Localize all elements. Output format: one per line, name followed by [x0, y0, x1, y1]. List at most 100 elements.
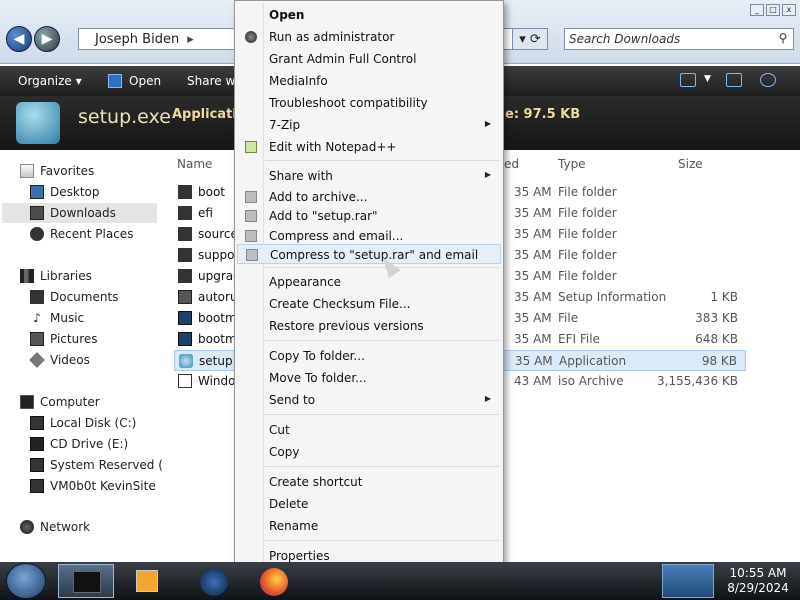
- nav-favorites[interactable]: Favorites: [20, 161, 94, 181]
- desktop-icon: [30, 185, 44, 199]
- menu-item-label: Compress and email...: [269, 229, 404, 243]
- menu-separator: [265, 340, 499, 341]
- start-button[interactable]: [6, 563, 46, 599]
- nav-downloads[interactable]: Downloads: [2, 203, 157, 223]
- system-clock[interactable]: 10:55 AM 8/29/2024: [718, 566, 798, 596]
- column-header-name[interactable]: Name: [177, 157, 212, 171]
- nav-local-disk-label: Local Disk (C:): [50, 416, 137, 430]
- file-date: 35 AM: [514, 248, 552, 262]
- nav-network[interactable]: Network: [20, 517, 90, 537]
- address-path[interactable]: Joseph Biden: [95, 32, 179, 47]
- nav-computer[interactable]: Computer: [20, 392, 100, 412]
- refresh-button[interactable]: ▾ ⟳: [512, 28, 548, 50]
- file-type: File folder: [558, 269, 617, 283]
- menu-item-cut[interactable]: Cut: [237, 420, 501, 440]
- nav-libraries[interactable]: Libraries: [20, 266, 92, 286]
- folder-icon: [178, 269, 192, 283]
- nav-desktop[interactable]: Desktop: [30, 182, 100, 202]
- menu-item-notepadpp[interactable]: Edit with Notepad++: [237, 137, 501, 157]
- taskbar-firefox-button[interactable]: [246, 564, 302, 598]
- menu-item-move-to-folder[interactable]: Move To folder...: [237, 368, 501, 388]
- maximize-button[interactable]: □: [766, 4, 780, 16]
- minimize-button[interactable]: _: [750, 4, 764, 16]
- search-input[interactable]: Search Downloads ⚲: [564, 28, 794, 50]
- menu-item-add-rar[interactable]: Add to "setup.rar": [237, 206, 501, 226]
- menu-item-compress-rar-email[interactable]: Compress to "setup.rar" and email: [237, 244, 501, 264]
- menu-item-label: Grant Admin Full Control: [269, 52, 417, 66]
- nav-videos[interactable]: Videos: [29, 350, 90, 370]
- notification-area-icon[interactable]: [662, 564, 714, 598]
- menu-item-run-as-admin[interactable]: Run as administrator: [237, 27, 501, 47]
- file-name: efi: [198, 206, 213, 220]
- file-date: 35 AM: [514, 311, 552, 325]
- menu-item-delete[interactable]: Delete: [237, 494, 501, 514]
- file-size: 1 KB: [710, 290, 738, 304]
- menu-item-label: Create Checksum File...: [269, 297, 411, 311]
- column-header-size[interactable]: Size: [678, 157, 703, 171]
- view-dropdown-icon[interactable]: ▼: [704, 74, 711, 84]
- menu-item-grant-admin[interactable]: Grant Admin Full Control: [237, 49, 501, 69]
- menu-item-rename[interactable]: Rename: [237, 516, 501, 536]
- breadcrumb-separator-icon[interactable]: ▸: [187, 32, 194, 47]
- nav-desktop-label: Desktop: [50, 185, 100, 199]
- nav-local-disk[interactable]: Local Disk (C:): [30, 413, 136, 433]
- nav-downloads-label: Downloads: [50, 206, 116, 220]
- folder-icon: [178, 248, 192, 262]
- taskbar-ie-button[interactable]: [186, 564, 242, 598]
- search-icon[interactable]: ⚲: [775, 31, 791, 47]
- menu-item-7zip[interactable]: 7-Zip ▶: [237, 115, 501, 135]
- view-icon[interactable]: [680, 73, 696, 87]
- file-type: File folder: [558, 185, 617, 199]
- menu-item-open[interactable]: Open: [237, 5, 501, 25]
- menu-item-label: Create shortcut: [269, 475, 363, 489]
- organize-button[interactable]: Organize ▾: [18, 74, 82, 88]
- menu-item-create-shortcut[interactable]: Create shortcut: [237, 472, 501, 492]
- menu-item-copy[interactable]: Copy: [237, 442, 501, 462]
- nav-music[interactable]: ♪ Music: [30, 308, 84, 328]
- menu-item-appearance[interactable]: Appearance: [237, 272, 501, 292]
- nav-pictures[interactable]: Pictures: [30, 329, 98, 349]
- nav-documents[interactable]: Documents: [30, 287, 118, 307]
- menu-item-compress-email[interactable]: Compress and email...: [237, 226, 501, 246]
- nav-cd-drive[interactable]: CD Drive (E:): [30, 434, 128, 454]
- menu-item-label: Appearance: [269, 275, 342, 289]
- file-name: source: [198, 227, 238, 241]
- winrar-icon: [245, 210, 257, 222]
- menu-item-restore[interactable]: Restore previous versions: [237, 316, 501, 336]
- nav-system-reserved[interactable]: System Reserved (F:): [30, 455, 178, 475]
- help-icon[interactable]: [760, 73, 776, 87]
- menu-item-add-archive[interactable]: Add to archive...: [237, 187, 501, 207]
- back-button[interactable]: ◀: [6, 26, 32, 52]
- forward-button[interactable]: ▶: [34, 26, 60, 52]
- nav-libraries-label: Libraries: [40, 269, 92, 283]
- close-button[interactable]: x: [782, 4, 796, 16]
- menu-item-label: Send to: [269, 393, 316, 407]
- file-type: Setup Information: [558, 290, 667, 304]
- file-date: 35 AM: [514, 269, 552, 283]
- taskbar-explorer-button[interactable]: [58, 564, 114, 598]
- menu-item-label: Cut: [269, 423, 290, 437]
- preview-pane-icon[interactable]: [726, 73, 742, 87]
- nav-pictures-label: Pictures: [50, 332, 98, 346]
- menu-item-troubleshoot[interactable]: Troubleshoot compatibility: [237, 93, 501, 113]
- menu-item-copy-to-folder[interactable]: Copy To folder...: [237, 346, 501, 366]
- menu-item-checksum[interactable]: Create Checksum File...: [237, 294, 501, 314]
- menu-item-label: Restore previous versions: [269, 319, 424, 333]
- nav-documents-label: Documents: [50, 290, 119, 304]
- open-button[interactable]: Open: [129, 74, 161, 88]
- menu-separator: [265, 540, 499, 541]
- winrar-icon: [245, 191, 257, 203]
- taskbar-media-player-button[interactable]: [120, 564, 176, 598]
- network-drive-icon: [30, 479, 44, 493]
- menu-item-share-with[interactable]: Share with ▶: [237, 166, 501, 186]
- column-header-date[interactable]: ed: [504, 157, 519, 171]
- taskbar: 10:55 AM 8/29/2024: [0, 562, 800, 600]
- menu-item-mediainfo[interactable]: MediaInfo: [237, 71, 501, 91]
- nav-vm-share[interactable]: VM0b0t KevinSite: [30, 476, 156, 496]
- nav-recent-places[interactable]: Recent Places: [30, 224, 133, 244]
- column-header-type[interactable]: Type: [558, 157, 586, 171]
- file-type: iso Archive: [558, 374, 624, 388]
- videos-icon: [29, 352, 45, 368]
- menu-item-send-to[interactable]: Send to ▶: [237, 390, 501, 410]
- media-player-icon: [136, 570, 158, 592]
